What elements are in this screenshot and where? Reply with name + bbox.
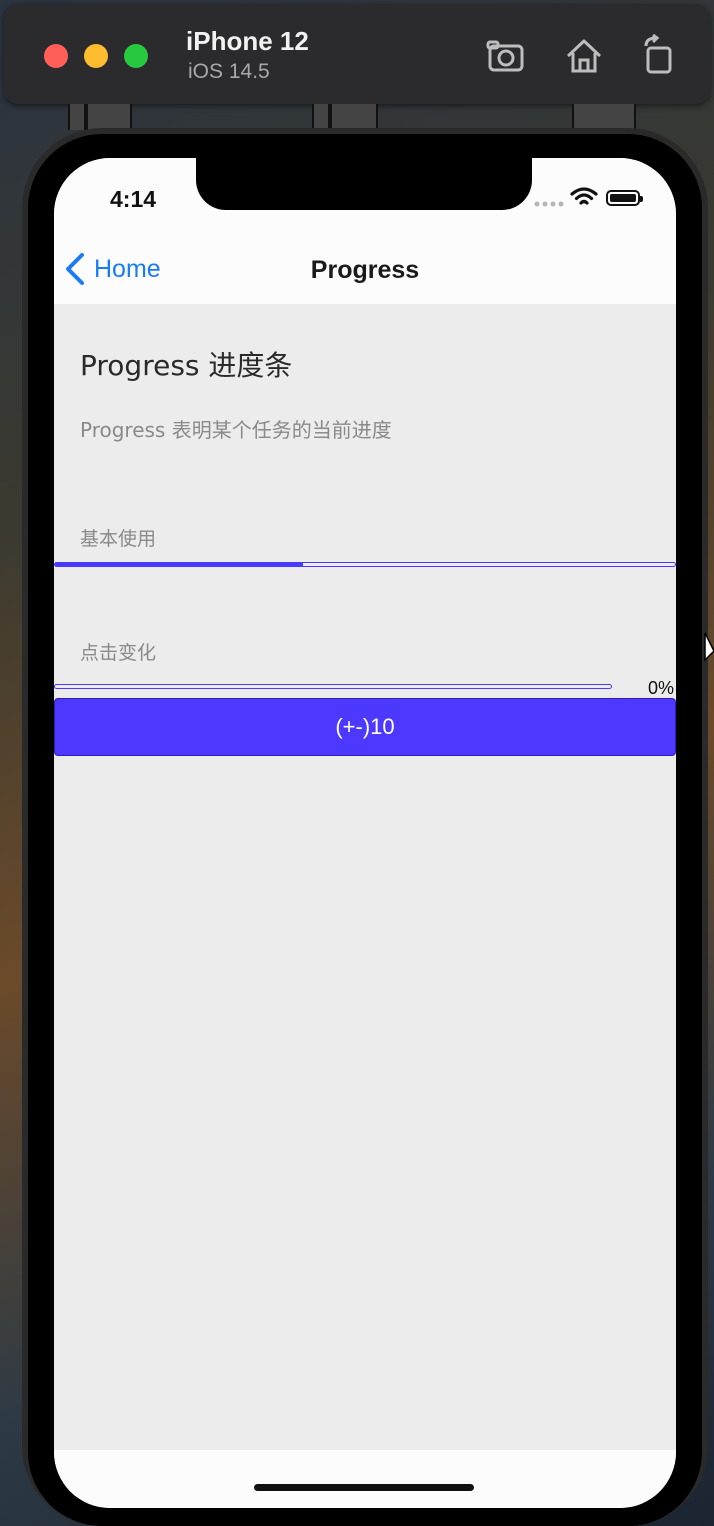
wifi-icon [570, 187, 598, 205]
basic-progress-bar [54, 562, 676, 567]
basic-usage-label: 基本使用 [80, 528, 157, 550]
signal-icon [534, 201, 564, 207]
side-button [330, 104, 378, 130]
section-description: Progress 表明某个任务的当前进度 [80, 418, 392, 442]
home-indicator-area [54, 1450, 676, 1508]
phone-screen: 4:14 Home Progress Progress 进度条 Progress… [54, 158, 676, 1508]
side-button [86, 104, 132, 130]
progress-value-text: 0% [647, 678, 674, 698]
close-window-button[interactable] [44, 44, 68, 68]
mouse-cursor-icon [704, 632, 714, 662]
page-title: Progress [310, 256, 420, 284]
notch [196, 158, 532, 210]
minimize-window-button[interactable] [84, 44, 108, 68]
rotate-icon[interactable] [636, 33, 680, 78]
battery-icon [606, 190, 643, 206]
side-button [68, 104, 86, 130]
zoom-window-button[interactable] [124, 44, 148, 68]
simulator-toolbar: iPhone 12 iOS 14.5 [4, 4, 710, 104]
navigation-bar: Home Progress [54, 238, 676, 304]
basic-progress-fill [55, 563, 303, 566]
click-change-label: 点击变化 [80, 642, 157, 664]
side-button [572, 104, 636, 130]
content-area: Progress 进度条 Progress 表明某个任务的当前进度 基本使用 点… [54, 304, 676, 1450]
screenshot-icon[interactable] [484, 34, 528, 78]
side-button [312, 104, 330, 130]
os-version: iOS 14.5 [188, 60, 270, 83]
home-indicator[interactable] [254, 1484, 474, 1491]
home-icon[interactable] [562, 34, 606, 78]
device-name: iPhone 12 [186, 26, 309, 56]
section-heading: Progress 进度条 [80, 349, 293, 382]
status-time: 4:14 [110, 186, 157, 212]
click-progress-bar [54, 684, 612, 689]
change-progress-button[interactable]: (+-)10 [54, 698, 676, 756]
